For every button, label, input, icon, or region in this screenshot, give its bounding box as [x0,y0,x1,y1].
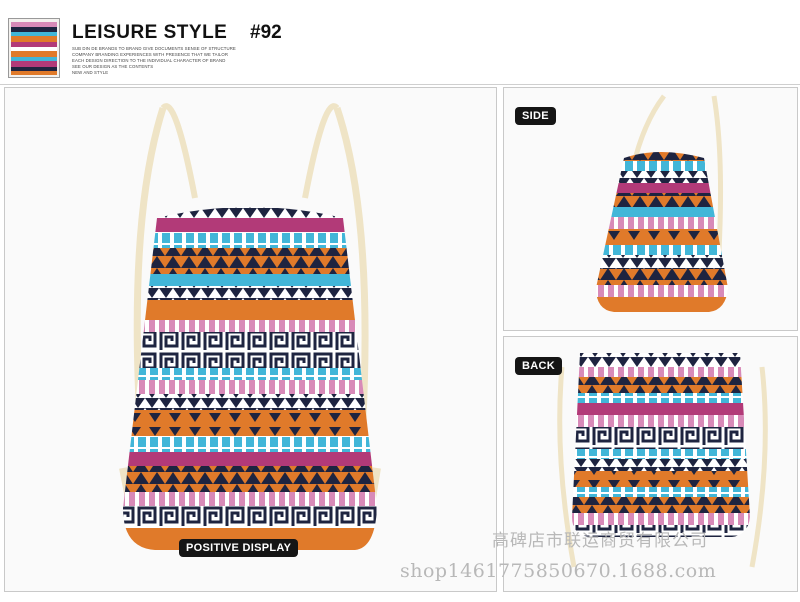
product-header: LEISURE STYLE #92 SUB DIN DE BRANDS TO B… [0,0,800,84]
backpack-front-image [119,103,381,550]
back-view-panel: BACK [503,336,798,592]
store-name-watermark: 高碑店市联运商贸有限公司 [492,531,708,551]
positive-display-label: POSITIVE DISPLAY [179,539,299,557]
product-title: LEISURE STYLE [72,22,228,43]
product-description: SUB DIN DE BRANDS TO BRAND GIVE DOCUMENT… [72,46,332,76]
store-url-watermark: shop1461775850670.1688.com [400,560,717,582]
back-label: BACK [515,357,562,375]
front-view-panel: POSITIVE DISPLAY [4,87,497,592]
description-line: NEW AND STYLE [72,70,109,75]
product-thumbnail [8,18,60,78]
backpack-back-image [557,353,768,568]
model-number: #92 [250,22,282,43]
side-label: SIDE [515,107,556,125]
side-view-panel: SIDE [503,87,798,331]
header-divider [0,84,800,85]
